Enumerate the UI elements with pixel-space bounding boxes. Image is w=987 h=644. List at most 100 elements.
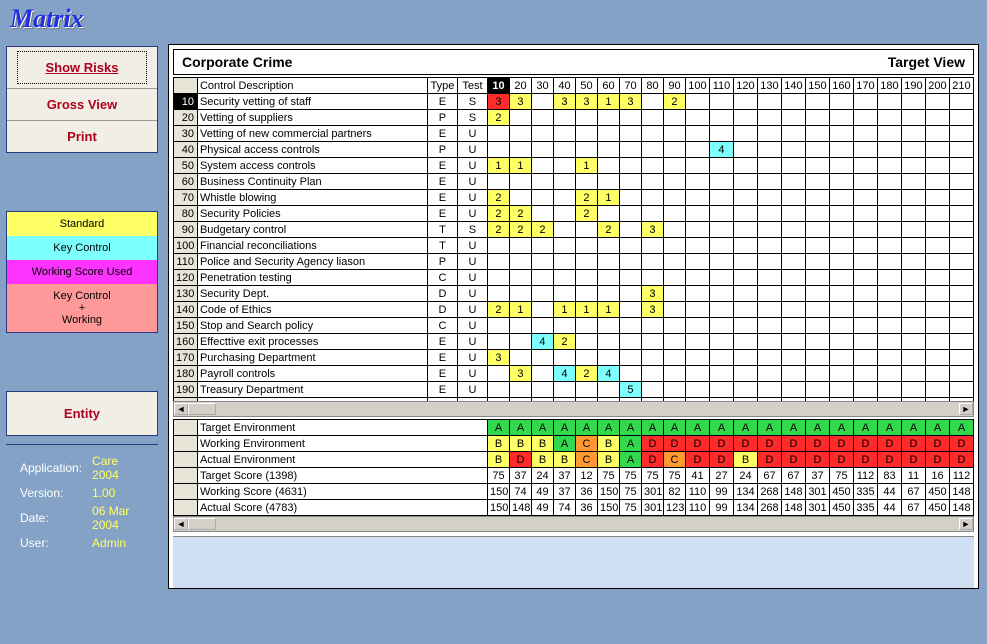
matrix-cell[interactable] [709,190,733,206]
row-number[interactable]: 50 [173,158,197,174]
matrix-cell[interactable] [733,94,757,110]
matrix-cell[interactable] [709,222,733,238]
matrix-cell[interactable] [877,126,901,142]
matrix-cell[interactable] [925,158,949,174]
matrix-cell[interactable] [619,190,641,206]
matrix-cell[interactable] [853,174,877,190]
row-number[interactable]: 40 [173,142,197,158]
matrix-cell[interactable] [805,286,829,302]
matrix-cell[interactable] [597,238,619,254]
matrix-cell[interactable] [733,222,757,238]
matrix-cell[interactable]: 1 [487,158,509,174]
row-number[interactable]: 130 [173,286,197,302]
row-desc[interactable]: Whistle blowing [197,190,427,206]
matrix-cell[interactable] [925,222,949,238]
matrix-cell[interactable] [619,126,641,142]
show-risks-button[interactable]: Show Risks [17,51,147,84]
matrix-cell[interactable] [531,286,553,302]
matrix-cell[interactable] [733,190,757,206]
matrix-cell[interactable] [853,270,877,286]
row-number[interactable]: 170 [173,350,197,366]
scroll-right-icon[interactable]: ► [959,403,973,415]
matrix-grid[interactable]: Control DescriptionTypeTest1020304050607… [173,77,974,401]
matrix-cell[interactable] [487,318,509,334]
matrix-cell[interactable] [685,94,709,110]
matrix-cell[interactable] [949,94,973,110]
matrix-cell[interactable] [619,174,641,190]
row-desc[interactable]: Police and Security Agency liason [197,254,427,270]
table-row[interactable]: 30Vetting of new commercial partnersEU [173,126,973,142]
matrix-cell[interactable] [531,174,553,190]
matrix-cell[interactable] [733,334,757,350]
matrix-cell[interactable] [829,350,853,366]
matrix-cell[interactable] [781,94,805,110]
matrix-cell[interactable] [877,350,901,366]
matrix-cell[interactable] [757,94,781,110]
matrix-cell[interactable] [685,286,709,302]
matrix-cell[interactable] [663,206,685,222]
matrix-cell[interactable] [829,222,853,238]
row-desc[interactable]: Payroll controls [197,366,427,382]
matrix-cell[interactable]: 3 [575,94,597,110]
matrix-cell[interactable] [949,350,973,366]
matrix-cell[interactable]: 1 [597,190,619,206]
matrix-cell[interactable] [509,382,531,398]
matrix-cell[interactable]: 2 [487,302,509,318]
matrix-cell[interactable] [597,142,619,158]
matrix-cell[interactable] [733,158,757,174]
scroll-left-icon[interactable]: ◄ [174,403,188,415]
matrix-cell[interactable] [877,110,901,126]
matrix-cell[interactable] [531,142,553,158]
matrix-cell[interactable] [619,238,641,254]
matrix-cell[interactable] [925,126,949,142]
matrix-cell[interactable] [531,270,553,286]
matrix-cell[interactable] [781,174,805,190]
matrix-cell[interactable] [805,302,829,318]
matrix-cell[interactable] [509,254,531,270]
matrix-cell[interactable] [685,318,709,334]
matrix-cell[interactable] [781,142,805,158]
matrix-cell[interactable] [829,270,853,286]
matrix-cell[interactable] [619,270,641,286]
matrix-cell[interactable] [709,238,733,254]
matrix-cell[interactable] [641,142,663,158]
scroll-thumb[interactable] [188,518,216,530]
matrix-cell[interactable] [553,318,575,334]
matrix-cell[interactable] [531,366,553,382]
matrix-cell[interactable] [757,222,781,238]
matrix-cell[interactable] [949,382,973,398]
matrix-cell[interactable]: 2 [487,190,509,206]
matrix-cell[interactable] [949,302,973,318]
matrix-cell[interactable] [925,254,949,270]
matrix-cell[interactable] [757,158,781,174]
table-row[interactable]: 40Physical access controlsPU4 [173,142,973,158]
col-header-num[interactable]: 120 [733,78,757,94]
matrix-cell[interactable] [685,302,709,318]
matrix-cell[interactable] [925,174,949,190]
matrix-cell[interactable] [949,286,973,302]
matrix-cell[interactable] [805,350,829,366]
matrix-cell[interactable] [877,382,901,398]
scroll-thumb[interactable] [188,403,216,415]
col-header-num[interactable]: 200 [925,78,949,94]
matrix-cell[interactable] [509,190,531,206]
matrix-cell[interactable] [901,254,925,270]
row-number[interactable]: 70 [173,190,197,206]
matrix-cell[interactable] [805,142,829,158]
matrix-cell[interactable]: 3 [509,94,531,110]
matrix-cell[interactable] [553,254,575,270]
matrix-cell[interactable] [663,126,685,142]
matrix-cell[interactable] [575,174,597,190]
matrix-cell[interactable] [641,270,663,286]
matrix-cell[interactable] [575,142,597,158]
table-row[interactable]: 100Financial reconciliationsTU [173,238,973,254]
matrix-cell[interactable] [685,270,709,286]
matrix-cell[interactable] [685,158,709,174]
matrix-cell[interactable] [853,158,877,174]
matrix-cell[interactable] [619,350,641,366]
matrix-cell[interactable] [877,318,901,334]
matrix-cell[interactable] [575,254,597,270]
matrix-cell[interactable] [733,302,757,318]
matrix-cell[interactable] [853,238,877,254]
matrix-cell[interactable] [901,190,925,206]
